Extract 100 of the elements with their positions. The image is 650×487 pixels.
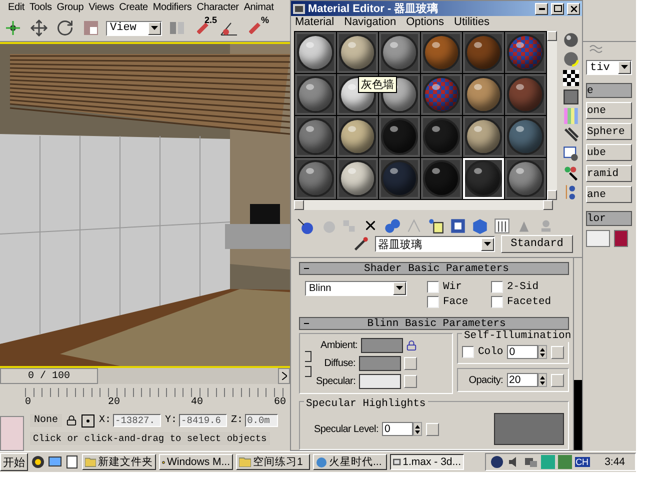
rollout-header[interactable]: lor	[586, 211, 632, 226]
close-icon	[568, 4, 578, 14]
map-button[interactable]	[404, 357, 417, 370]
object-button[interactable]: Sphere	[586, 123, 632, 140]
menu-item[interactable]: Views	[88, 2, 114, 14]
minimize-button[interactable]	[535, 2, 548, 14]
folder-icon	[239, 457, 251, 467]
tick-label: 20	[108, 397, 122, 408]
checker-sphere-icon	[425, 78, 458, 112]
checkbox[interactable]: Face	[427, 296, 491, 308]
select-by-material-icon	[563, 165, 579, 182]
rollout-header[interactable]: Shader Basic Parameters	[299, 262, 569, 275]
app-window-icon	[393, 457, 401, 467]
material-type-button[interactable]: Standard	[501, 235, 573, 253]
object-button[interactable]: one	[586, 102, 632, 119]
next-frame-button[interactable]	[278, 368, 290, 384]
horizontal-scrollbar[interactable]	[294, 200, 553, 210]
make-unique-icon	[384, 218, 400, 234]
network-icon	[524, 455, 538, 469]
map-button[interactable]	[404, 375, 417, 388]
menu-item[interactable]: Navigation	[344, 16, 396, 28]
tray-app-icon	[558, 455, 572, 469]
percent-symbol: %	[260, 15, 269, 26]
lock-icon[interactable]	[406, 340, 417, 351]
globe-icon	[316, 456, 327, 468]
time-slider-thumb[interactable]: 0 / 100	[0, 368, 98, 384]
language-indicator[interactable]: CH	[574, 457, 590, 467]
object-button[interactable]: ramid	[586, 165, 632, 182]
shader-dropdown[interactable]: Blinn	[305, 281, 407, 296]
object-button[interactable]: ane	[586, 186, 632, 203]
taskbar-button[interactable]: 新建文件夹	[82, 454, 156, 470]
minimize-icon	[538, 8, 544, 10]
coordinate-field[interactable]: -13827.	[113, 414, 162, 427]
backlight-sphere-icon	[563, 51, 579, 68]
checker-sphere-icon	[509, 36, 542, 70]
tick-label: 0	[25, 397, 32, 408]
menu-item[interactable]: Modifiers	[152, 2, 192, 14]
spinner-arrows-icon[interactable]	[413, 422, 422, 436]
spinner-arrows-icon[interactable]	[538, 345, 548, 359]
caret-icon	[151, 26, 158, 31]
time-slider-track[interactable]: 0 / 100	[0, 368, 278, 384]
menu-item[interactable]: Group	[56, 2, 84, 14]
tray-app-icon	[540, 455, 555, 469]
start-button[interactable]: 开始	[0, 453, 28, 471]
menu-item[interactable]: Utilities	[454, 16, 490, 28]
vertical-scrollbar[interactable]	[573, 258, 582, 450]
menu-item[interactable]: Edit	[8, 2, 24, 14]
map-button[interactable]	[551, 374, 564, 386]
checkbox[interactable]: 2-Sid	[491, 281, 561, 293]
vertical-scrollbar[interactable]	[547, 31, 557, 200]
color-label: Diffuse:	[324, 358, 356, 369]
lock-icon[interactable]	[66, 415, 78, 426]
opacity-label: Opacity:	[468, 374, 503, 386]
group-title: Self-Illumination	[462, 330, 574, 342]
show-map-icon	[450, 218, 466, 234]
object-button[interactable]: ube	[586, 144, 632, 161]
object-type-dropdown[interactable]: tiv	[586, 60, 632, 75]
menu-item[interactable]: Create	[119, 2, 148, 14]
menu-item[interactable]: Tools	[29, 2, 52, 14]
maximize-button[interactable]	[551, 2, 564, 14]
number-field[interactable]: 20	[507, 373, 538, 387]
coordinate-field[interactable]: 0.0m	[245, 414, 278, 427]
map-button[interactable]	[551, 346, 564, 358]
material-name-field[interactable]: 器皿玻璃	[375, 236, 495, 252]
taskbar-button[interactable]: Windows M...	[159, 454, 233, 470]
taskbar-button[interactable]: 1.max - 3d...	[390, 454, 464, 470]
rollout-header[interactable]: Blinn Basic Parameters	[299, 317, 569, 330]
color-label: Ambient:	[320, 340, 358, 351]
object-color-swatch[interactable]	[614, 230, 628, 247]
notepad-icon	[65, 455, 79, 469]
color-swatch[interactable]	[358, 374, 401, 389]
checkbox[interactable]: Colo	[462, 346, 504, 358]
menu-item[interactable]: Character	[196, 2, 239, 14]
taskbar-button[interactable]: 空间练习1	[236, 454, 310, 470]
menu-item[interactable]: Material	[295, 16, 334, 28]
menu-item[interactable]: Options	[406, 16, 444, 28]
percent-snap-icon[interactable]	[249, 22, 261, 34]
desktop-icon	[48, 455, 62, 469]
color-swatch[interactable]	[360, 338, 403, 353]
lock-colors-icon[interactable]	[304, 350, 312, 376]
checkbox[interactable]: Wir	[427, 281, 491, 293]
reference-dropdown[interactable]: View	[106, 20, 162, 36]
checkbox[interactable]: Faceted	[491, 296, 561, 308]
coordinate-field[interactable]: -8419.6	[179, 414, 228, 427]
absolute-mode-icon	[81, 414, 96, 428]
color-swatch[interactable]	[358, 356, 401, 371]
menu-item[interactable]: Animat	[244, 2, 274, 14]
rollout-header[interactable]: e	[586, 83, 632, 98]
number-field[interactable]: 0	[507, 345, 538, 359]
taskbar-button[interactable]: 火星时代...	[313, 454, 387, 470]
caret-icon	[621, 65, 628, 70]
map-button[interactable]	[426, 422, 440, 436]
window-title: Material Editor - 器皿玻璃	[308, 2, 440, 16]
snap-magnet-icon[interactable]	[197, 22, 209, 34]
close-button[interactable]	[567, 2, 580, 14]
number-field[interactable]: 0	[382, 422, 414, 436]
listener-field[interactable]	[0, 416, 24, 451]
name-field[interactable]	[586, 230, 610, 247]
color-label: Specular:	[316, 376, 356, 387]
spinner-arrows-icon[interactable]	[538, 373, 547, 387]
